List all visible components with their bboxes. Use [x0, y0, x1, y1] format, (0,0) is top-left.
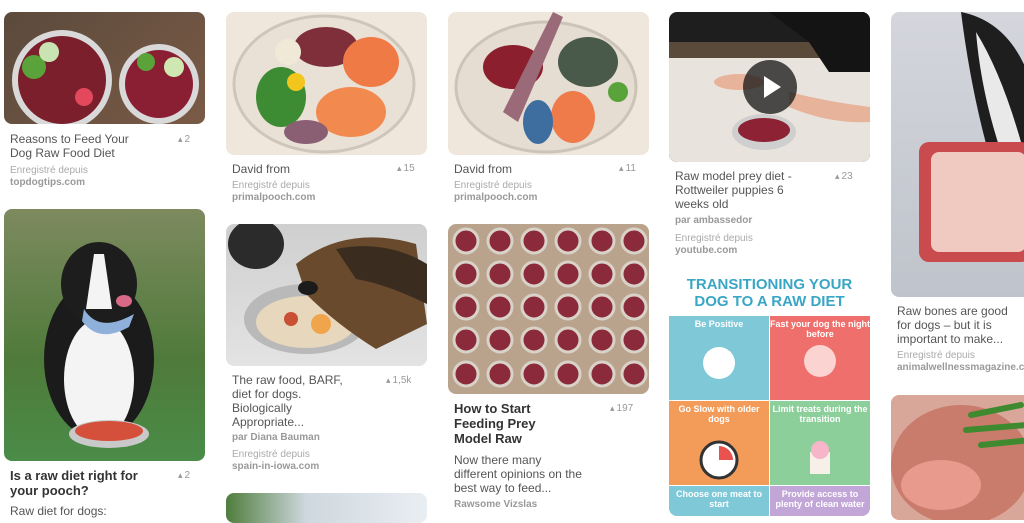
pin-description: Raw diet for dogs:: [10, 504, 107, 518]
pin-source[interactable]: primalpooch.com: [232, 192, 315, 203]
infographic-cell-limit-treats: Limit treats during the transition: [770, 401, 870, 485]
pin-image-dog-eating[interactable]: [226, 224, 427, 366]
saved-from-label: Enregistré depuis: [10, 165, 88, 176]
pin-image-partial[interactable]: [226, 493, 427, 523]
infographic-heading: TRANSITIONING YOUR DOG TO A RAW DIET: [669, 276, 870, 316]
infographic-cell-title: Provide access to plenty of clean water: [775, 489, 865, 509]
pin-source[interactable]: topdogtips.com: [10, 177, 85, 188]
pin-infographic[interactable]: TRANSITIONING YOUR DOG TO A RAW DIET Be …: [669, 276, 870, 516]
saved-from-label: Enregistré depuis: [675, 233, 753, 244]
saved-from-label: Enregistré depuis: [454, 180, 532, 191]
pin-title[interactable]: David from: [232, 162, 290, 176]
pin-source[interactable]: youtube.com: [675, 245, 737, 256]
pin-image-raw-food-bowls[interactable]: [4, 12, 205, 124]
saved-from-label: Enregistré depuis: [897, 350, 975, 361]
pin-description: Now there many different opinions on the…: [454, 453, 582, 495]
pin-count: 11: [619, 163, 636, 174]
pin-title[interactable]: David from: [454, 162, 512, 176]
pin-image-raw-meat-bowl[interactable]: [448, 12, 649, 155]
pin-image-raw-ingredients[interactable]: [226, 12, 427, 155]
pin-title[interactable]: Reasons to Feed Your Dog Raw Food Diet: [10, 132, 150, 160]
play-icon[interactable]: [743, 60, 797, 114]
pin-count: 15: [397, 163, 415, 174]
infographic-cell-title: Choose one meat to start: [675, 489, 762, 509]
pin-count: 2: [178, 470, 191, 481]
pin-source[interactable]: primalpooch.com: [454, 192, 537, 203]
infographic-cell-title: Fast your dog the night before: [770, 319, 870, 339]
pin-count: 23: [835, 171, 853, 182]
pin-title[interactable]: The raw food, BARF, diet for dogs. Biolo…: [232, 373, 352, 429]
pin-title[interactable]: Raw bones are good for dogs – but it is …: [897, 304, 1022, 346]
pin-count: 197: [610, 403, 634, 414]
infographic-cell-be-positive: Be Positive: [669, 316, 769, 400]
infographic-cell-go-slow: Go Slow with older dogs: [669, 401, 769, 485]
pin-image-prey-model-grid[interactable]: [448, 224, 649, 394]
pin-count: 1,5k: [386, 375, 412, 386]
pin-title[interactable]: Raw model prey diet - Rottweiler puppies…: [675, 169, 805, 211]
pin-image-green-beans-meat[interactable]: [891, 395, 1024, 520]
pin-source[interactable]: spain-in-iowa.com: [232, 461, 319, 472]
pin-count: 2: [178, 134, 191, 145]
pin-title[interactable]: How to Start Feeding Prey Model Raw: [454, 401, 574, 446]
pin-author[interactable]: par ambassedor: [675, 215, 752, 226]
saved-from-label: Enregistré depuis: [232, 180, 310, 191]
infographic-cell-title: Be Positive: [694, 319, 744, 329]
pin-source[interactable]: animalwellnessmagazine.com: [897, 362, 1024, 373]
pin-source[interactable]: Rawsome Vizslas: [454, 499, 537, 510]
pin-image-border-collie[interactable]: [4, 209, 205, 461]
infographic-cell-title: Limit treats during the transition: [772, 404, 868, 424]
infographic-cell-fast: Fast your dog the night before: [770, 316, 870, 400]
infographic-cell-title: Go Slow with older dogs: [678, 404, 760, 424]
saved-from-label: Enregistré depuis: [232, 449, 310, 460]
pin-author[interactable]: par Diana Bauman: [232, 432, 320, 443]
pin-title[interactable]: Is a raw diet right for your pooch?: [10, 468, 150, 498]
pin-image-dog-raw-bone[interactable]: [891, 12, 1024, 297]
